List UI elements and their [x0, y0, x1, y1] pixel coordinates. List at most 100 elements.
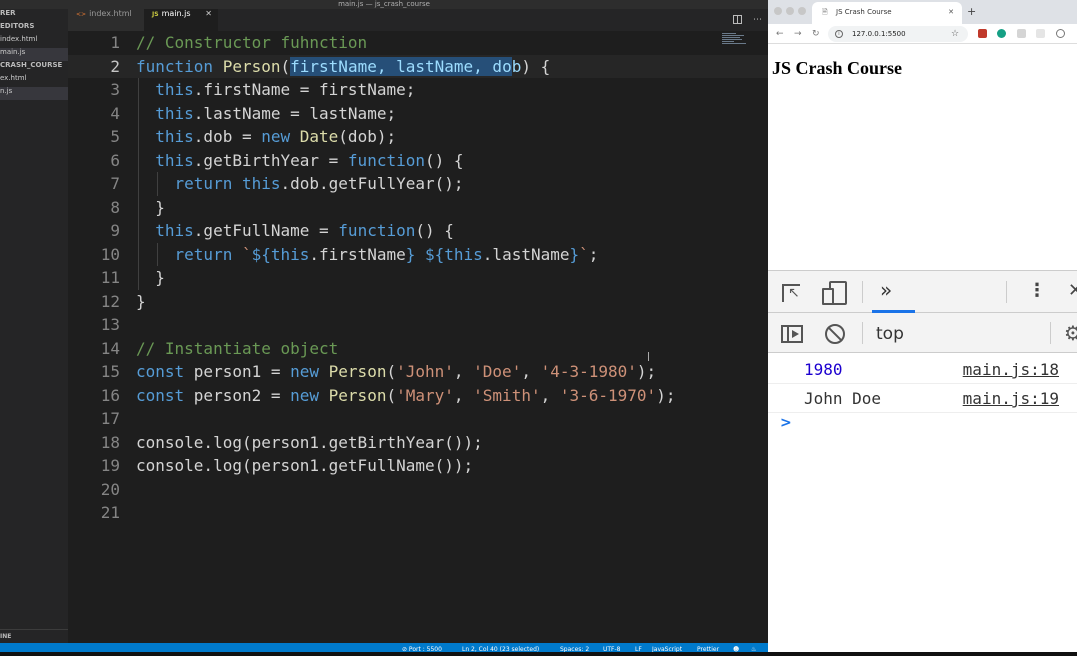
window-zoom-dot[interactable] — [798, 7, 806, 15]
indent-guide — [138, 125, 139, 149]
code-line[interactable]: 5 this.dob = new Date(dob); — [68, 125, 768, 149]
code-token: , — [540, 385, 560, 405]
close-browser-tab-icon[interactable]: ✕ — [948, 2, 954, 22]
back-arrow-icon[interactable]: ← — [776, 27, 784, 41]
address-bar[interactable]: i 127.0.0.1:5500 — [828, 26, 968, 42]
code-line[interactable]: 10 return `${this.firstName} ${this.last… — [68, 242, 768, 267]
explorer-file-item[interactable]: index.html — [0, 35, 68, 48]
inspect-element-icon[interactable] — [782, 284, 800, 302]
bookmark-star-icon[interactable]: ☆ — [951, 27, 959, 41]
code-line[interactable]: 7 return this.dob.getFullYear(); — [68, 172, 768, 196]
explorer-file-item[interactable]: main.js — [0, 48, 68, 61]
site-info-icon[interactable]: i — [835, 30, 843, 38]
code-text: this.getFullName = function() { — [136, 219, 454, 243]
more-actions-icon[interactable]: ⋯ — [753, 9, 762, 31]
close-tab-icon[interactable]: ✕ — [205, 9, 212, 18]
code-line[interactable]: 12} — [68, 290, 768, 314]
code-token: } — [136, 291, 146, 311]
code-line[interactable]: 11 } — [68, 266, 768, 290]
console-source-link[interactable]: main.js:18 — [963, 356, 1059, 384]
code-token: .lastName = lastName; — [193, 103, 397, 123]
line-number: 1 — [110, 33, 120, 52]
indent-guide — [157, 242, 159, 266]
line-number: 20 — [100, 479, 120, 499]
outline-section-header[interactable]: INE — [0, 629, 68, 643]
code-line[interactable]: 2 function Person(firstName, lastName, do… — [68, 54, 768, 78]
new-tab-button[interactable]: + — [967, 2, 976, 22]
extension-red-icon[interactable] — [978, 29, 987, 38]
browser-tab[interactable]: 🗎 JS Crash Course ✕ — [812, 2, 962, 24]
split-editor-icon[interactable] — [733, 15, 742, 24]
window-minimize-dot[interactable] — [786, 7, 794, 15]
explorer-section-header[interactable]: EDITORS — [0, 22, 68, 35]
code-line[interactable]: 1 // Constructor fuhnction — [68, 31, 768, 55]
code-line[interactable]: 20 — [68, 478, 768, 502]
explorer-file-item[interactable]: n.js — [0, 87, 68, 100]
console-toolbar: top ⚙ — [768, 313, 1077, 353]
tab-index-html[interactable]: <> index.html — [68, 9, 144, 31]
code-token: new — [290, 362, 329, 381]
reload-icon[interactable]: ↻ — [812, 27, 820, 41]
code-token: person1 = — [193, 362, 291, 381]
console-settings-gear-icon[interactable]: ⚙ — [1064, 320, 1077, 346]
mouse-ibeam-cursor — [648, 352, 651, 361]
code-token: const — [136, 385, 194, 405]
code-text: // Instantiate object — [136, 337, 338, 361]
execution-context-select[interactable]: top — [876, 322, 904, 346]
clear-console-icon[interactable] — [825, 324, 845, 344]
code-line[interactable]: 17 — [68, 407, 768, 431]
window-close-dot[interactable] — [774, 7, 782, 15]
explorer-section-header[interactable]: RER — [0, 9, 68, 22]
code-text: this.dob = new Date(dob); — [136, 125, 396, 149]
explorer-file-item[interactable]: ex.html — [0, 74, 68, 87]
extension-light-icon[interactable] — [1036, 29, 1045, 38]
code-line[interactable]: 21 — [68, 501, 768, 525]
code-token: ` — [241, 244, 252, 264]
browser-tab-title: JS Crash Course — [836, 8, 892, 16]
code-line[interactable]: 6 this.getBirthYear = function() { — [68, 148, 768, 172]
editor-tab-bar: <> index.html JS main.js ✕ ⋯ — [68, 9, 768, 31]
console-prompt-chevron-icon[interactable]: > — [780, 415, 792, 431]
line-number: 19 — [100, 456, 120, 475]
code-line[interactable]: 8 } — [68, 195, 768, 219]
line-number: 10 — [100, 244, 120, 264]
code-line[interactable]: 3 this.firstName = firstName; — [68, 78, 768, 102]
devtools-close-icon[interactable]: ✕ — [1068, 279, 1077, 303]
code-text: } — [136, 290, 146, 314]
code-token: this — [155, 150, 194, 170]
code-token: ; — [588, 244, 599, 264]
code-token: '3-6-1970' — [559, 385, 657, 405]
code-line[interactable]: 13 — [68, 313, 768, 337]
code-line[interactable]: 19 console.log(person1.getFullName()); — [68, 454, 768, 478]
explorer-section-header[interactable]: CRASH_COURSE — [0, 61, 68, 74]
code-token: ( — [386, 385, 397, 405]
code-line[interactable]: 15 const person1 = new Person('John', 'Do… — [68, 360, 768, 384]
devtools-toolbar: » ⋮ ✕ — [768, 271, 1077, 313]
code-editor[interactable]: 1 // Constructor fuhnction 2 function Perso… — [68, 31, 768, 643]
extension-gray-icon[interactable] — [1017, 29, 1026, 38]
code-token: .lastName — [482, 244, 570, 264]
code-token: // Instantiate object — [136, 338, 339, 358]
code-text: return `${this.firstName} ${this.lastNam… — [136, 243, 599, 267]
console-sidebar-toggle-icon[interactable] — [781, 325, 803, 343]
tab-main-js[interactable]: JS main.js ✕ — [144, 9, 218, 31]
code-token: function — [136, 56, 223, 76]
code-line[interactable]: 18 console.log(person1.getBirthYear()); — [68, 431, 768, 455]
code-token: , — [453, 362, 474, 381]
devtools-menu-icon[interactable]: ⋮ — [1028, 279, 1046, 303]
code-line[interactable]: 16 const person2 = new Person('Mary', 'Sm… — [68, 384, 768, 408]
minimap[interactable] — [722, 33, 748, 49]
code-line[interactable]: 4 this.lastName = lastName; — [68, 101, 768, 125]
forward-arrow-icon[interactable]: → — [794, 27, 802, 41]
extension-green-icon[interactable] — [997, 29, 1006, 38]
code-token: this — [155, 80, 194, 99]
code-line[interactable]: 9 this.getFullName = function() { — [68, 219, 768, 243]
console-source-link[interactable]: main.js:19 — [963, 385, 1059, 413]
more-panels-icon[interactable]: » — [880, 279, 892, 301]
code-text: } — [136, 266, 165, 290]
code-token: ); — [636, 362, 657, 381]
device-toolbar-icon[interactable] — [822, 281, 847, 305]
code-line[interactable]: 14 // Instantiate object — [68, 337, 768, 361]
line-number: 12 — [100, 291, 120, 311]
profile-avatar-icon[interactable] — [1056, 29, 1065, 38]
